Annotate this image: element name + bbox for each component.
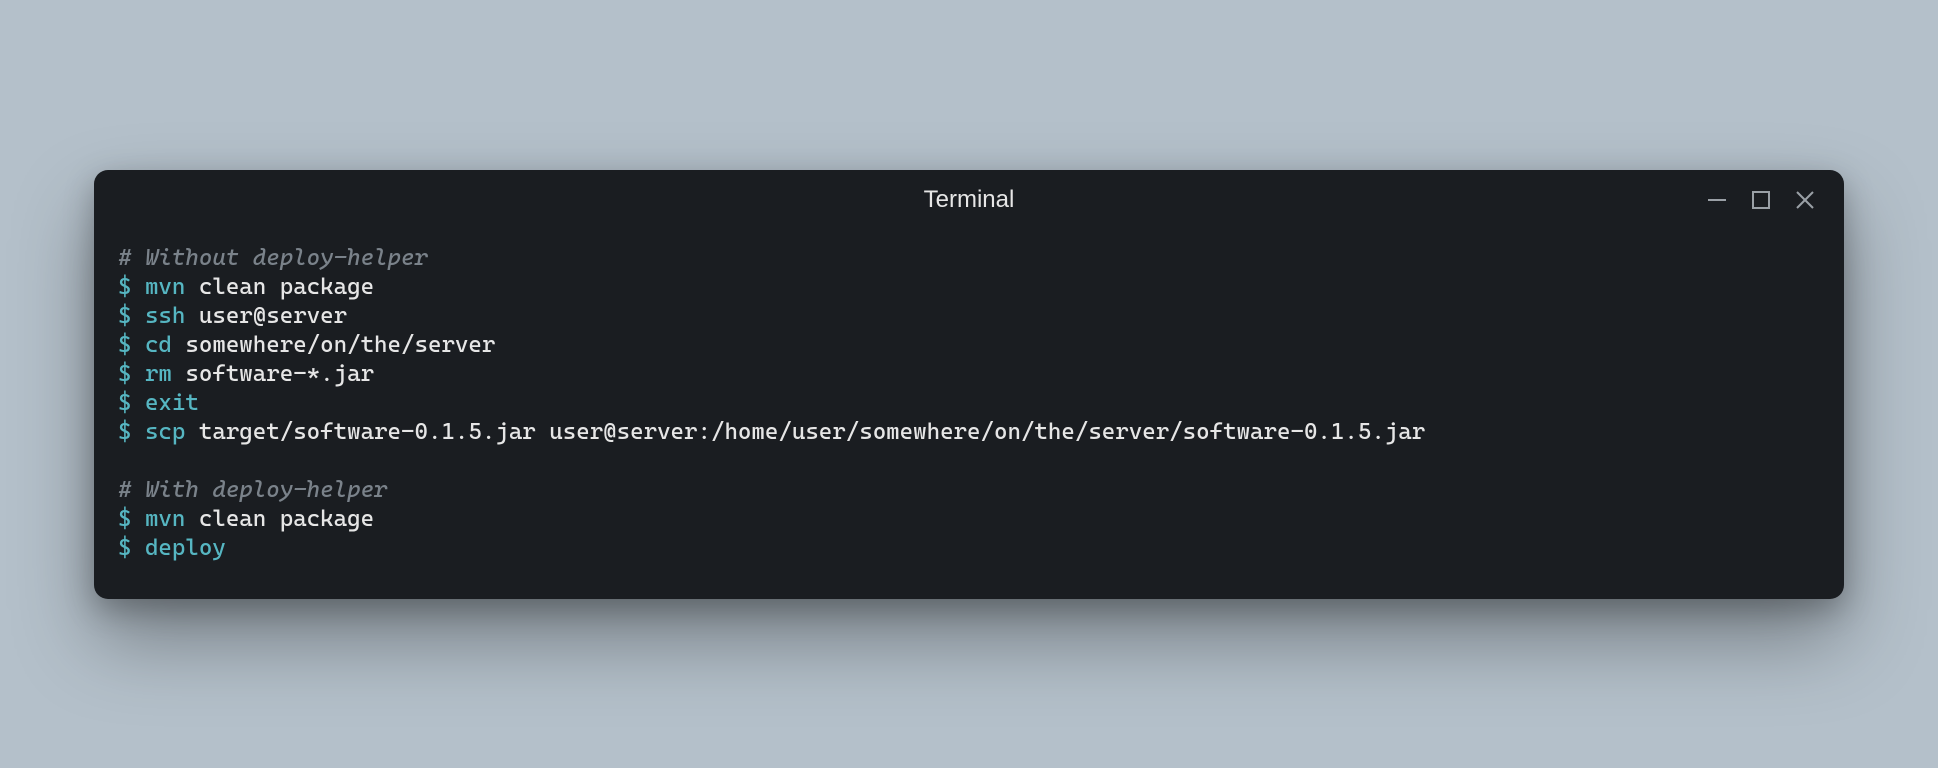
args: target/software-0.1.5.jar user@server:/h…	[185, 419, 1425, 445]
command-line: $ mvn clean package	[118, 505, 1820, 534]
command-line: $ exit	[118, 389, 1820, 418]
maximize-button[interactable]	[1748, 187, 1774, 213]
prompt: $	[118, 361, 145, 387]
prompt: $	[118, 274, 145, 300]
comment-line: # Without deploy-helper	[118, 244, 1820, 273]
command: mvn	[145, 506, 185, 532]
command-line: $ cd somewhere/on/the/server	[118, 331, 1820, 360]
command: scp	[145, 419, 185, 445]
args: user@server	[185, 303, 347, 329]
command-line: $ mvn clean package	[118, 273, 1820, 302]
args: clean package	[185, 506, 374, 532]
close-button[interactable]	[1792, 187, 1818, 213]
close-icon	[1794, 189, 1816, 211]
command: deploy	[145, 535, 226, 561]
command: ssh	[145, 303, 185, 329]
terminal-body[interactable]: # Without deploy-helper $ mvn clean pack…	[94, 230, 1844, 599]
maximize-icon	[1751, 190, 1771, 210]
blank-line	[118, 447, 1820, 476]
minimize-button[interactable]	[1704, 187, 1730, 213]
command: rm	[145, 361, 172, 387]
args: software-*.jar	[172, 361, 374, 387]
args: somewhere/on/the/server	[172, 332, 495, 358]
prompt: $	[118, 506, 145, 532]
command-line: $ scp target/software-0.1.5.jar user@ser…	[118, 418, 1820, 447]
command-line: $ ssh user@server	[118, 302, 1820, 331]
prompt: $	[118, 419, 145, 445]
window-title: Terminal	[924, 186, 1015, 214]
prompt: $	[118, 390, 145, 416]
command: cd	[145, 332, 172, 358]
terminal-window: Terminal # Without deploy-helper $	[94, 170, 1844, 599]
titlebar: Terminal	[94, 170, 1844, 230]
prompt: $	[118, 303, 145, 329]
minimize-icon	[1706, 189, 1728, 211]
command: exit	[145, 390, 199, 416]
comment-line: # With deploy-helper	[118, 476, 1820, 505]
window-controls	[1704, 170, 1818, 230]
prompt: $	[118, 332, 145, 358]
command-line: $ deploy	[118, 534, 1820, 563]
prompt: $	[118, 535, 145, 561]
args: clean package	[185, 274, 374, 300]
command-line: $ rm software-*.jar	[118, 360, 1820, 389]
command: mvn	[145, 274, 185, 300]
